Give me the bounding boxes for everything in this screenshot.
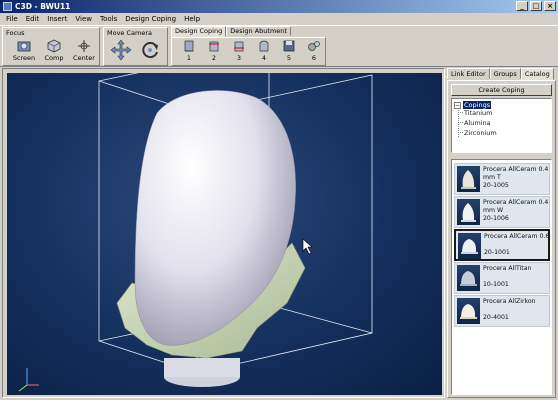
3d-viewport[interactable]	[7, 73, 442, 395]
axis-triad-icon	[18, 368, 39, 392]
menu-design-coping[interactable]: Design Coping	[121, 15, 180, 23]
tab-catalog[interactable]: Catalog	[520, 68, 554, 80]
menu-bar: File Edit Insert View Tools Design Copin…	[0, 13, 558, 25]
step-3-icon	[234, 41, 244, 52]
catalog-item-name: Procera AllCeram 0.4 mm T	[483, 166, 549, 181]
menu-file[interactable]: File	[2, 15, 22, 23]
tree-item-zirconium[interactable]: Zirconium	[464, 129, 497, 137]
coping-thumbnail-icon	[457, 199, 480, 225]
step-1-icon	[184, 40, 194, 52]
title-bar: C3D - BWU11 _ □ ×	[0, 0, 558, 13]
coping-thumbnail-icon	[457, 298, 480, 324]
step-6-button[interactable]: 6	[301, 39, 327, 66]
catalog-item-selected[interactable]: Procera AllCeram 0.6 20-1001	[454, 229, 550, 261]
pan-camera-button[interactable]	[108, 38, 134, 65]
screen-button-label: Screen	[12, 54, 36, 62]
step-3-label: 3	[236, 54, 242, 62]
step-2-icon	[209, 41, 219, 52]
coping-3d-model[interactable]	[7, 73, 442, 395]
menu-edit[interactable]: Edit	[22, 15, 44, 23]
catalog-item-code: 20-4001	[483, 314, 509, 321]
catalog-item-code: 20-1006	[483, 215, 509, 222]
step-5-label: 5	[286, 54, 292, 62]
step-4-button[interactable]: 4	[251, 39, 277, 66]
catalog-item[interactable]: Procera AllZirkon 20-4001	[454, 295, 550, 327]
create-coping-button[interactable]: Create Coping	[451, 84, 552, 96]
catalog-item-name: Procera AllZirkon	[483, 298, 536, 305]
catalog-item-code: 10-1001	[483, 281, 509, 288]
tab-groups[interactable]: Groups	[489, 68, 521, 79]
step-4-icon	[259, 40, 269, 52]
screen-focus-icon	[17, 41, 31, 52]
center-button-label: Center	[73, 54, 95, 62]
close-button[interactable]: ×	[544, 1, 556, 11]
comp-button[interactable]: Comp	[41, 39, 67, 66]
step-3-button[interactable]: 3	[226, 39, 252, 66]
tree-branch	[458, 122, 463, 123]
tree-branch	[458, 132, 463, 133]
step-2-label: 2	[211, 54, 217, 62]
menu-tools[interactable]: Tools	[96, 15, 121, 23]
coping-thumbnail-icon	[458, 233, 481, 259]
catalog-item-name: Procera AllTitan	[483, 265, 532, 272]
menu-help[interactable]: Help	[180, 15, 204, 23]
window-title: C3D - BWU11	[15, 2, 71, 11]
catalog-panel: Create Coping − Copings Titanium Alumina…	[447, 80, 556, 398]
step-1-button[interactable]: 1	[176, 39, 202, 66]
mouse-cursor	[302, 238, 313, 255]
copings-tree: − Copings Titanium Alumina Zirconium	[451, 98, 552, 153]
catalog-item[interactable]: Procera AllCeram 0.4 mm T 20-1005	[454, 163, 550, 195]
save-disk-icon	[283, 40, 295, 52]
catalog-item-code: 20-1001	[484, 249, 510, 256]
center-focus-icon	[78, 40, 90, 52]
toolbar: Focus Screen Comp Center Move Camera 1 2…	[0, 25, 558, 67]
catalog-item-code: 20-1005	[483, 182, 509, 189]
rotate-icon	[142, 42, 158, 59]
tree-branch	[458, 112, 463, 113]
focus-group: Focus Screen Comp Center	[2, 27, 100, 66]
center-button[interactable]: Center	[71, 39, 97, 66]
tree-item-titanium[interactable]: Titanium	[464, 109, 493, 117]
catalog-item[interactable]: Procera AllTitan 10-1001	[454, 262, 550, 294]
component-focus-icon	[47, 39, 61, 53]
catalog-list: Procera AllCeram 0.4 mm T 20-1005 Procera…	[451, 159, 552, 395]
step-1-label: 1	[186, 54, 192, 62]
coping-thumbnail-icon	[457, 265, 480, 291]
design-steps-group: 1 2 3 4 5 6	[171, 37, 326, 66]
move-camera-group: Move Camera	[103, 27, 168, 66]
rotate-camera-button[interactable]	[137, 38, 163, 65]
catalog-item[interactable]: Procera AllCeram 0.4 mm W 20-1006	[454, 196, 550, 228]
tab-link-editor[interactable]: Link Editor	[447, 68, 490, 79]
tab-design-coping[interactable]: Design Coping	[171, 26, 227, 37]
app-icon	[3, 2, 12, 11]
focus-group-title: Focus	[6, 29, 25, 37]
step-2-button[interactable]: 2	[201, 39, 227, 66]
tree-item-alumina[interactable]: Alumina	[464, 119, 491, 127]
move-camera-title: Move Camera	[107, 29, 153, 37]
abutment-stem	[164, 358, 240, 377]
maximize-button[interactable]: □	[530, 1, 542, 11]
right-panel: Link Editor Groups Catalog Create Coping…	[447, 68, 556, 398]
step-6-label: 6	[311, 54, 317, 62]
catalog-item-name: Procera AllCeram 0.6	[484, 233, 550, 240]
minimize-button[interactable]: _	[516, 1, 528, 11]
step-5-button[interactable]: 5	[276, 39, 302, 66]
screen-button[interactable]: Screen	[11, 39, 37, 66]
step-4-label: 4	[261, 54, 267, 62]
pan-arrows-icon	[110, 39, 132, 61]
tab-design-abutment[interactable]: Design Abutment	[226, 26, 291, 36]
catalog-item-name: Procera AllCeram 0.4 mm W	[483, 199, 549, 214]
comp-button-label: Comp	[44, 54, 64, 62]
tree-root-copings[interactable]: Copings	[463, 101, 492, 109]
coping-thumbnail-icon	[457, 166, 480, 192]
menu-insert[interactable]: Insert	[43, 15, 71, 23]
collapse-icon[interactable]: −	[454, 101, 461, 109]
viewport-frame	[2, 68, 445, 398]
gears-icon	[308, 41, 320, 51]
menu-view[interactable]: View	[71, 15, 96, 23]
